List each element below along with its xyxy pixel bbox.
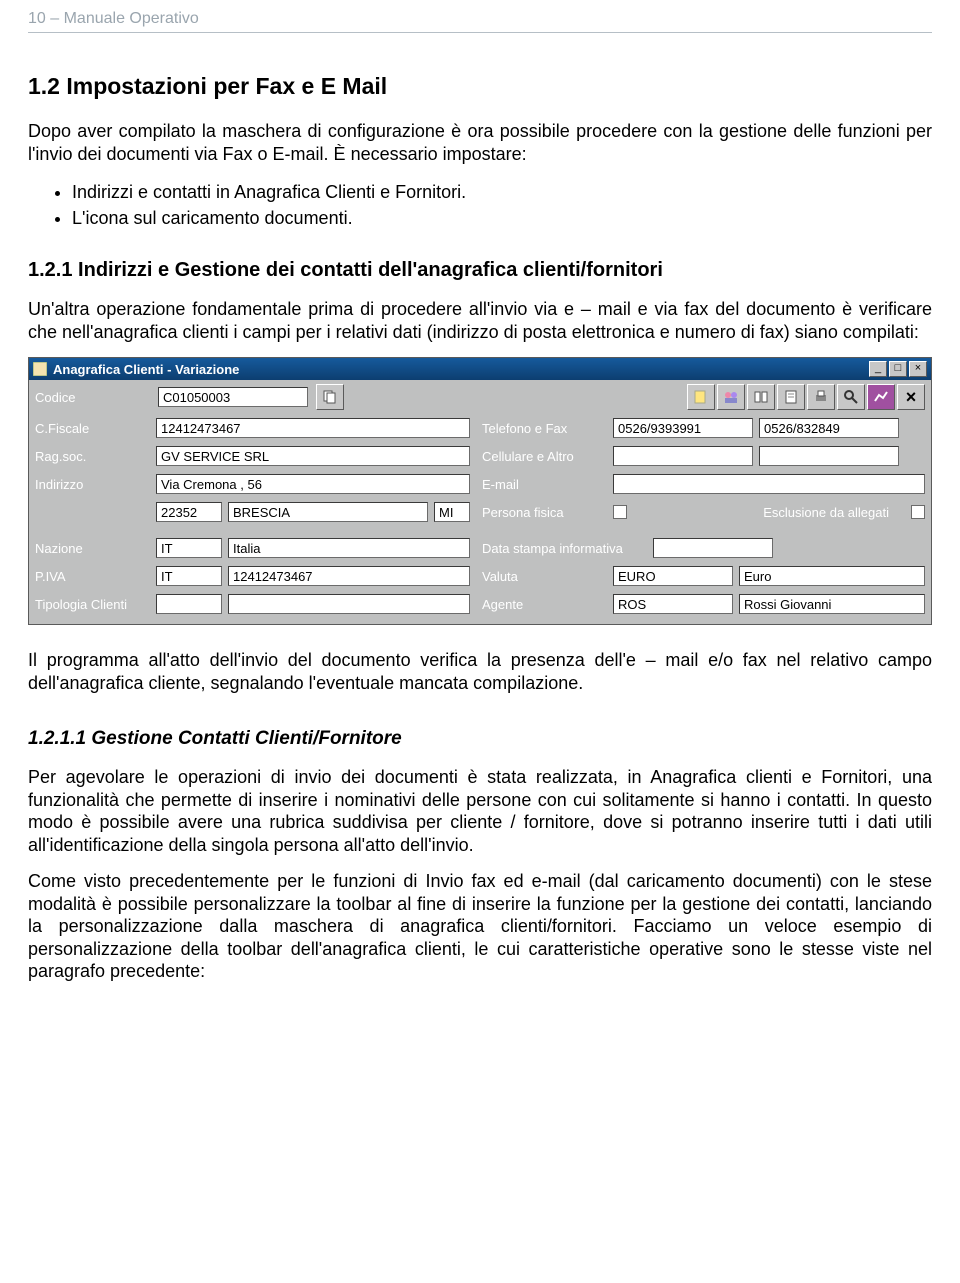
field-cellulare[interactable]	[613, 446, 753, 466]
label-tipologia: Tipologia Clienti	[35, 597, 150, 612]
note-icon[interactable]	[687, 384, 715, 410]
label-nazione: Nazione	[35, 541, 150, 556]
para-after-window: Il programma all'atto dell'invio del doc…	[28, 649, 932, 694]
field-telefono[interactable]	[613, 418, 753, 438]
field-data-stampa[interactable]	[653, 538, 773, 558]
book-icon[interactable]	[747, 384, 775, 410]
app-icon	[33, 362, 47, 376]
label-telefono: Telefono e Fax	[482, 421, 607, 436]
anagrafica-window: Anagrafica Clienti - Variazione _ □ × Co…	[28, 357, 932, 625]
field-naz-code[interactable]	[156, 538, 222, 558]
field-agente-desc[interactable]	[739, 594, 925, 614]
label-esclusione: Esclusione da allegati	[763, 505, 889, 520]
toolbar: ×	[687, 384, 925, 410]
heading-1-2-1-1: 1.2.1.1 Gestione Contatti Clienti/Fornit…	[28, 728, 932, 750]
label-codice: Codice	[35, 390, 150, 405]
label-cfiscale: C.Fiscale	[35, 421, 150, 436]
label-agente: Agente	[482, 597, 607, 612]
field-valuta-desc[interactable]	[739, 566, 925, 586]
field-valuta-code[interactable]	[613, 566, 733, 586]
search-icon[interactable]	[837, 384, 865, 410]
label-ragsoc: Rag.soc.	[35, 449, 150, 464]
chart-icon[interactable]	[867, 384, 895, 410]
field-naz-desc[interactable]	[228, 538, 470, 558]
field-indirizzo[interactable]	[156, 474, 470, 494]
field-agente-code[interactable]	[613, 594, 733, 614]
checkbox-persona-fisica[interactable]	[613, 505, 627, 519]
field-cap[interactable]	[156, 502, 222, 522]
field-codice[interactable]	[158, 387, 308, 407]
field-fax[interactable]	[759, 418, 899, 438]
field-altro[interactable]	[759, 446, 899, 466]
para-1-2-1-intro: Un'altra operazione fondamentale prima d…	[28, 298, 932, 343]
page-header: 10 – Manuale Operativo	[28, 10, 932, 33]
heading-1-2: 1.2 Impostazioni per Fax e E Mail	[28, 73, 932, 100]
para-1-2-1-1-a: Per agevolare le operazioni di invio dei…	[28, 766, 932, 856]
bullet-item: Indirizzi e contatti in Anagrafica Clien…	[72, 179, 932, 205]
minimize-button[interactable]: _	[869, 361, 887, 377]
field-cfiscale[interactable]	[156, 418, 470, 438]
close-button[interactable]: ×	[909, 361, 927, 377]
window-title: Anagrafica Clienti - Variazione	[53, 362, 239, 377]
field-email[interactable]	[613, 474, 925, 494]
heading-1-2-1: 1.2.1 Indirizzi e Gestione dei contatti …	[28, 259, 932, 282]
label-data-stampa: Data stampa informativa	[482, 541, 647, 556]
label-valuta: Valuta	[482, 569, 607, 584]
field-tipologia-code[interactable]	[156, 594, 222, 614]
bullets-1-2: Indirizzi e contatti in Anagrafica Clien…	[28, 179, 932, 231]
field-tipologia-desc[interactable]	[228, 594, 470, 614]
field-citta[interactable]	[228, 502, 428, 522]
label-indirizzo: Indirizzo	[35, 477, 150, 492]
maximize-button[interactable]: □	[889, 361, 907, 377]
label-piva: P.IVA	[35, 569, 150, 584]
group-icon[interactable]	[717, 384, 745, 410]
field-piva[interactable]	[228, 566, 470, 586]
field-ragsoc[interactable]	[156, 446, 470, 466]
bullet-item: L'icona sul caricamento documenti.	[72, 205, 932, 231]
field-prov[interactable]	[434, 502, 470, 522]
checkbox-esclusione[interactable]	[911, 505, 925, 519]
para-1-2-intro: Dopo aver compilato la maschera di confi…	[28, 120, 932, 165]
label-email: E-mail	[482, 477, 607, 492]
close-x-icon[interactable]: ×	[897, 384, 925, 410]
label-cellulare: Cellulare e Altro	[482, 449, 607, 464]
page-icon[interactable]	[777, 384, 805, 410]
print-icon[interactable]	[807, 384, 835, 410]
titlebar: Anagrafica Clienti - Variazione _ □ ×	[29, 358, 931, 380]
para-1-2-1-1-b: Come visto precedentemente per le funzio…	[28, 870, 932, 983]
label-persona-fisica: Persona fisica	[482, 505, 607, 520]
copy-icon[interactable]	[316, 384, 344, 410]
field-piva-prefix[interactable]	[156, 566, 222, 586]
